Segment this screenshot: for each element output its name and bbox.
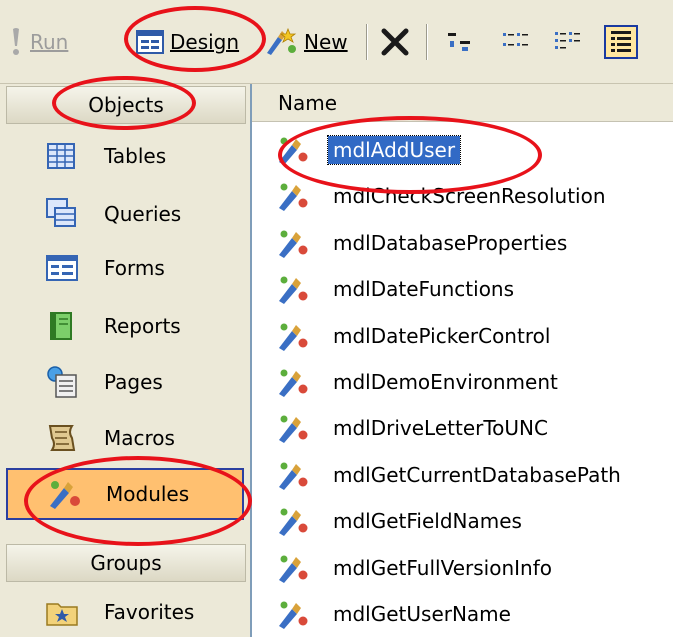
list-item-label: mdlDriveLetterToUNC	[333, 416, 548, 441]
sidebar-item-favorites[interactable]: Favorites	[6, 586, 244, 638]
list-item[interactable]: mdlDateFunctions	[276, 269, 519, 309]
groups-header[interactable]: Groups	[6, 544, 246, 582]
list-item[interactable]: mdlAddUser	[276, 130, 462, 170]
list-item[interactable]: mdlDatabaseProperties	[276, 223, 572, 263]
module-icon	[279, 462, 308, 490]
design-button[interactable]: Design	[136, 20, 239, 64]
module-icon	[279, 369, 308, 397]
sidebar-item-label: Reports	[104, 314, 181, 338]
module-icon	[279, 183, 308, 212]
small-icons-icon	[503, 33, 528, 46]
list-item-label: mdlDemoEnvironment	[333, 370, 558, 394]
sidebar-item-modules[interactable]: Modules	[6, 468, 244, 520]
new-label: New	[304, 30, 348, 54]
delete-button[interactable]	[380, 20, 410, 64]
list-item-label: mdlCheckScreenResolution	[333, 184, 606, 209]
details-view-icon	[604, 25, 638, 59]
list-item[interactable]: mdlGetFullVersionInfo	[276, 548, 557, 588]
list-item-label: mdlDatePickerControl	[333, 323, 551, 348]
toolbar-separator	[366, 24, 368, 60]
list-item[interactable]: mdlGetUserName	[276, 594, 516, 634]
objects-bar: Objects Tables Queries Forms Reports Pag…	[0, 84, 252, 637]
sidebar-item-queries[interactable]: Queries	[6, 188, 244, 240]
macro-icon	[48, 425, 76, 451]
form-icon	[46, 255, 78, 281]
design-view-icon	[136, 30, 164, 54]
large-icons-button[interactable]	[444, 20, 474, 64]
module-icon	[279, 508, 308, 537]
sidebar-item-pages[interactable]: Pages	[6, 356, 244, 408]
design-label: Design	[170, 30, 240, 54]
module-icon	[279, 276, 308, 305]
new-button[interactable]: New	[264, 20, 348, 64]
module-icon	[50, 481, 80, 509]
list-item[interactable]: mdlDemoEnvironment	[276, 362, 563, 402]
module-icon	[279, 415, 308, 444]
sidebar-item-label: Tables	[104, 144, 167, 168]
delete-x-icon	[381, 28, 409, 56]
object-list: Name mdlAddUser mdlCheckScreenResolution m…	[252, 84, 673, 637]
sidebar-item-label: Macros	[104, 426, 175, 450]
list-item-label: mdlGetUserName	[333, 602, 511, 626]
sidebar-item-tables[interactable]: Tables	[6, 130, 244, 182]
list-item[interactable]: mdlGetCurrentDatabasePath	[276, 455, 626, 495]
sidebar-item-macros[interactable]: Macros	[6, 412, 244, 464]
details-view-button[interactable]	[604, 20, 638, 64]
list-view-icon	[555, 32, 580, 49]
sidebar-item-reports[interactable]: Reports	[6, 300, 244, 352]
list-item[interactable]: mdlDatePickerControl	[276, 316, 555, 356]
list-item[interactable]: mdlCheckScreenResolution	[276, 176, 611, 216]
objects-header[interactable]: Objects	[6, 86, 246, 124]
run-label: Run	[30, 30, 69, 54]
sidebar-item-label: Forms	[104, 256, 165, 280]
sidebar-item-label: Pages	[104, 370, 163, 394]
run-icon	[13, 28, 19, 55]
report-icon	[50, 312, 72, 340]
page-icon	[47, 366, 77, 398]
sidebar-item-forms[interactable]: Forms	[6, 242, 244, 294]
column-header-name[interactable]: Name	[252, 84, 673, 122]
list-item-label: mdlGetFullVersionInfo	[333, 555, 552, 580]
list-item-label: mdlDatabaseProperties	[333, 230, 568, 255]
list-item-label: mdlGetCurrentDatabasePath	[333, 462, 621, 487]
module-icon	[279, 137, 308, 165]
query-icon	[46, 198, 76, 227]
list-view-button[interactable]	[552, 20, 582, 64]
toolbar: Run Design New	[0, 0, 673, 84]
sidebar-item-label: Modules	[106, 482, 190, 506]
table-icon	[47, 143, 75, 169]
module-icon	[279, 601, 308, 629]
module-icon	[279, 555, 308, 583]
sidebar-item-label: Favorites	[104, 600, 195, 624]
large-icons-icon	[448, 33, 470, 51]
favorites-folder-icon	[46, 603, 78, 626]
module-icon	[279, 323, 308, 351]
list-item-label: mdlAddUser	[326, 135, 462, 165]
toolbar-separator	[426, 24, 428, 60]
module-icon	[279, 230, 308, 258]
run-button[interactable]: Run	[8, 20, 68, 64]
list-item[interactable]: mdlGetFieldNames	[276, 501, 527, 541]
list-item-label: mdlDateFunctions	[333, 277, 515, 302]
new-object-icon	[267, 27, 297, 55]
list-item[interactable]: mdlDriveLetterToUNC	[276, 408, 553, 448]
sidebar-item-label: Queries	[104, 202, 182, 226]
small-icons-button[interactable]	[500, 20, 530, 64]
list-item-label: mdlGetFieldNames	[333, 509, 522, 534]
